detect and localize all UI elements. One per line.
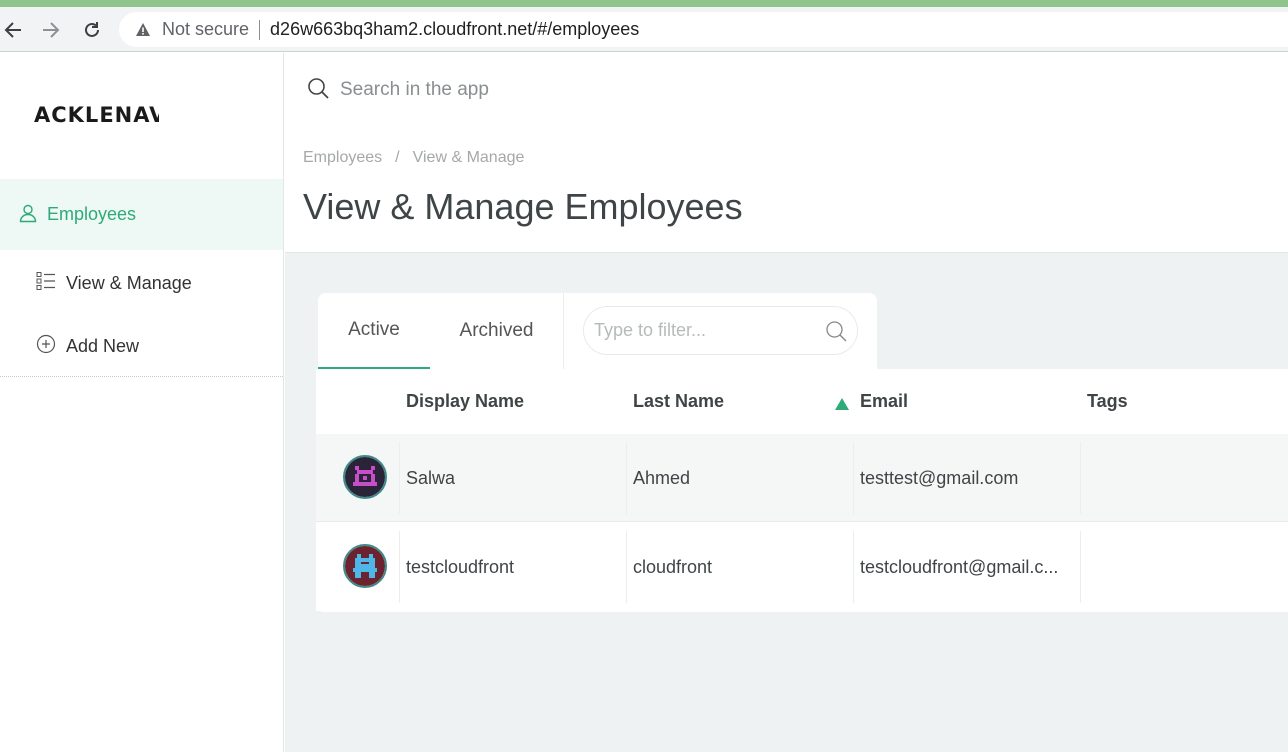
- column-header-tags[interactable]: Tags: [1087, 391, 1128, 412]
- back-button[interactable]: [0, 17, 26, 43]
- page-header: Search in the app Employees / View & Man…: [285, 53, 1288, 253]
- plus-circle-icon: [36, 334, 56, 358]
- column-separator: [853, 442, 854, 514]
- page-title: View & Manage Employees: [303, 186, 743, 227]
- warning-triangle-icon: [135, 22, 151, 38]
- sort-ascending-icon[interactable]: [835, 395, 849, 414]
- column-separator: [399, 442, 400, 514]
- filter-box: [583, 306, 858, 355]
- cell-last-name: cloudfront: [633, 556, 713, 577]
- sidebar-item-label: View & Manage: [66, 272, 192, 293]
- arrow-right-icon: [41, 20, 61, 40]
- avatar: [343, 544, 387, 588]
- breadcrumb-item-employees[interactable]: Employees: [303, 149, 382, 167]
- search-icon[interactable]: [825, 320, 847, 346]
- avatar: [343, 455, 387, 499]
- breadcrumb: Employees / View & Manage: [303, 149, 524, 167]
- column-separator: [853, 531, 854, 603]
- cell-display-name: Salwa: [406, 467, 456, 488]
- cell-last-name: Ahmed: [633, 467, 691, 488]
- column-separator: [1080, 531, 1081, 603]
- column-header-display-name[interactable]: Display Name: [406, 391, 524, 412]
- column-separator: [1080, 442, 1081, 514]
- main-content: Search in the app Employees / View & Man…: [285, 53, 1288, 752]
- sidebar-section-employees[interactable]: Employees: [0, 179, 283, 250]
- column-separator: [626, 442, 627, 514]
- sidebar-item-add-new[interactable]: Add New: [36, 334, 139, 358]
- reload-icon: [82, 20, 102, 40]
- reload-button[interactable]: [79, 17, 105, 43]
- tab-archived[interactable]: Archived: [430, 293, 563, 369]
- tabs-divider: [563, 293, 564, 369]
- search-icon: [307, 77, 329, 103]
- arrow-left-icon: [3, 20, 23, 40]
- app-logo[interactable]: ACKLENAV: [34, 103, 159, 127]
- sidebar-section-label: Employees: [47, 204, 137, 224]
- employees-table: Display Name Last Name Email Tags Salwa …: [316, 369, 1288, 612]
- table-header: Display Name Last Name Email Tags: [316, 369, 1288, 434]
- address-bar[interactable]: Not secure d26w663bq3ham2.cloudfront.net…: [119, 12, 1288, 47]
- column-header-last-name[interactable]: Last Name: [633, 391, 724, 412]
- url-text[interactable]: d26w663bq3ham2.cloudfront.net/#/employee…: [270, 19, 639, 40]
- cell-email: testcloudfront@gmail.c...: [860, 556, 1059, 577]
- search-input[interactable]: Search in the app: [340, 79, 489, 101]
- sidebar: ACKLENAV Employees View & Manage Add New: [0, 53, 284, 752]
- breadcrumb-separator: /: [395, 149, 400, 166]
- breadcrumb-item-view-manage: View & Manage: [412, 149, 525, 166]
- address-separator: [259, 19, 261, 40]
- column-separator: [399, 531, 400, 603]
- app-search[interactable]: Search in the app: [307, 77, 489, 103]
- sidebar-divider: [0, 376, 283, 377]
- filter-input[interactable]: [594, 320, 814, 341]
- cell-email: testtest@gmail.com: [860, 467, 1019, 488]
- browser-toolbar: Not secure d26w663bq3ham2.cloudfront.net…: [0, 7, 1288, 52]
- tabs-bar: Active Archived: [318, 293, 877, 370]
- forward-button[interactable]: [38, 17, 64, 43]
- tab-active[interactable]: Active: [318, 293, 430, 369]
- table-row[interactable]: Salwa Ahmed testtest@gmail.com: [316, 434, 1288, 522]
- sidebar-item-label: Add New: [66, 335, 140, 356]
- list-icon: [36, 271, 56, 295]
- cell-display-name: testcloudfront: [406, 556, 515, 577]
- column-header-email[interactable]: Email: [860, 391, 908, 412]
- table-row[interactable]: testcloudfront cloudfront testcloudfront…: [316, 523, 1288, 611]
- column-separator: [626, 531, 627, 603]
- user-icon: [18, 203, 38, 227]
- browser-frame-strip: [0, 0, 1288, 7]
- sidebar-item-view-manage[interactable]: View & Manage: [36, 271, 192, 295]
- security-status[interactable]: Not secure: [162, 19, 249, 40]
